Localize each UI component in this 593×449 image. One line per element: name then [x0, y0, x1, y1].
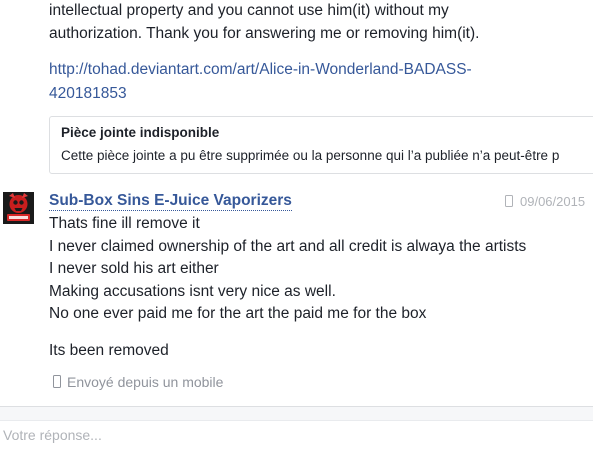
deviantart-link[interactable]: http://tohad.deviantart.com/art/Alice-in… [49, 58, 472, 106]
previous-message-line: intellectual property and you cannot use… [49, 2, 449, 19]
attachment-description: Cette pièce jointe a pu être supprimée o… [61, 148, 560, 163]
message-date-text: 09/06/2015 [520, 194, 586, 209]
attachment-title: Pièce jointe indisponible [61, 125, 220, 140]
link-line: 420181853 [49, 85, 127, 102]
message-date: 09/06/2015 [505, 194, 585, 209]
previous-message-line: authorization. Thank you for answering m… [49, 25, 480, 42]
message-body: Thats fine ill remove it I never claimed… [49, 213, 526, 326]
message-line: Making accusations isnt very nice as wel… [49, 282, 336, 300]
conversation-view: intellectual property and you cannot use… [0, 0, 593, 449]
previous-message-text: intellectual property and you cannot use… [49, 0, 589, 45]
message-line: I never claimed ownership of the art and… [49, 237, 527, 255]
message-line: Thats fine ill remove it [49, 215, 200, 232]
avatar[interactable] [0, 189, 37, 227]
mobile-phone-icon [53, 375, 61, 388]
sent-from-mobile-text: Envoyé depuis un mobile [67, 374, 224, 390]
link-line: http://tohad.deviantart.com/art/Alice-in… [49, 61, 472, 78]
unavailable-attachment-card: Pièce jointe indisponible Cette pièce jo… [49, 116, 593, 174]
message-line: No one ever paid me for the art the paid… [49, 305, 427, 322]
followup-message: Its been removed [49, 342, 169, 359]
reply-input[interactable] [0, 420, 593, 449]
avatar-image [0, 189, 37, 227]
sender-name-link[interactable]: Sub-Box Sins E-Juice Vaporizers [49, 191, 292, 211]
mobile-phone-icon [505, 195, 513, 207]
sent-from-mobile: Envoyé depuis un mobile [53, 374, 223, 390]
message-line: I never sold his art either [49, 260, 219, 277]
